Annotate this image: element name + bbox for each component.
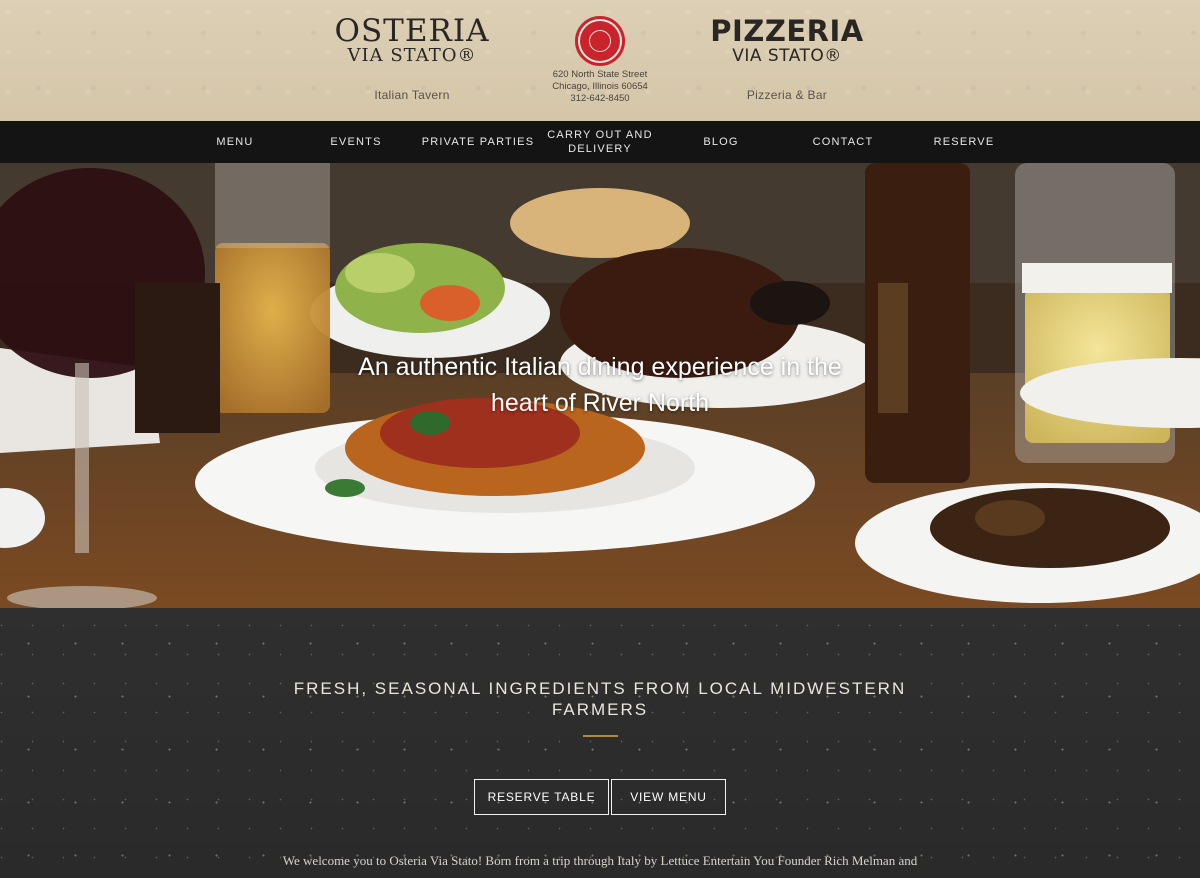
nav-item-private-parties[interactable]: PRIVATE PARTIES bbox=[418, 121, 538, 163]
hero-banner: An authentic Italian dining experience i… bbox=[0, 163, 1200, 608]
nav-item-reserve[interactable]: RESERVE bbox=[904, 121, 1024, 163]
osteria-logo-subtitle: VIA STATO® bbox=[347, 45, 477, 66]
osteria-tagline: Italian Tavern bbox=[374, 88, 450, 102]
nav-item-menu[interactable]: MENU bbox=[175, 121, 295, 163]
intro-section: FRESH, SEASONAL INGREDIENTS FROM LOCAL M… bbox=[0, 608, 1200, 878]
address-block: 620 North State Street Chicago, Illinois… bbox=[520, 69, 680, 105]
main-nav: MENU EVENTS PRIVATE PARTIES CARRY OUT AN… bbox=[0, 121, 1200, 163]
section-heading: FRESH, SEASONAL INGREDIENTS FROM LOCAL M… bbox=[293, 679, 907, 719]
reserve-table-button[interactable]: RESERVE TABLE bbox=[474, 779, 609, 815]
nav-item-blog[interactable]: BLOG bbox=[661, 121, 781, 163]
osteria-logo[interactable]: OSTERIA VIA STATO® Italian Tavern bbox=[332, 13, 492, 103]
seal-inner-ring bbox=[589, 30, 611, 52]
gold-divider bbox=[583, 735, 618, 737]
hero-tagline: An authentic Italian dining experience i… bbox=[358, 353, 842, 417]
intro-text: We welcome you to Osteria Via Stato! Bor… bbox=[282, 853, 918, 868]
address-city: Chicago, Illinois 60654 bbox=[552, 81, 648, 92]
site-header: OSTERIA VIA STATO® Italian Tavern 620 No… bbox=[0, 0, 1200, 121]
nav-item-carry-out[interactable]: CARRY OUT AND DELIVERY bbox=[540, 121, 660, 163]
seal-icon[interactable] bbox=[575, 16, 625, 66]
pizzeria-logo-subtitle: VIA STATO® bbox=[732, 46, 842, 66]
view-menu-button[interactable]: VIEW MENU bbox=[611, 779, 726, 815]
pizzeria-logo[interactable]: PIZZERIA VIA STATO® Pizzeria & Bar bbox=[707, 16, 867, 102]
pizzeria-tagline: Pizzeria & Bar bbox=[746, 88, 828, 102]
address-street: 620 North State Street bbox=[552, 69, 648, 80]
address-phone[interactable]: 312-642-8450 bbox=[520, 93, 680, 105]
nav-item-contact[interactable]: CONTACT bbox=[783, 121, 903, 163]
osteria-logo-title: OSTERIA bbox=[334, 13, 490, 49]
pizzeria-logo-title: PIZZERIA bbox=[710, 14, 864, 48]
nav-item-events[interactable]: EVENTS bbox=[296, 121, 416, 163]
